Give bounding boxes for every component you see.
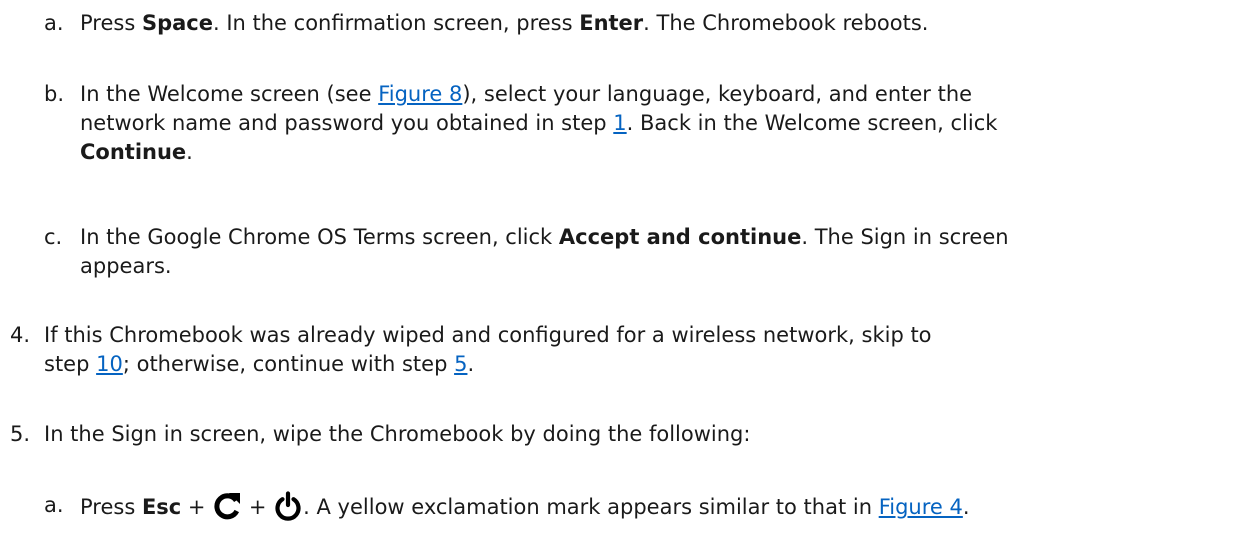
list-marker: a. xyxy=(44,493,64,517)
text-run: appears. xyxy=(80,254,172,278)
text-run: . Back in the Welcome screen, click xyxy=(626,111,998,135)
text-line: network name and password you obtained i… xyxy=(80,109,997,138)
xref-link-figure-4[interactable]: Figure 4 xyxy=(879,495,963,519)
text-run: Press xyxy=(80,11,142,35)
text-run: In the Google Chrome OS Terms screen, cl… xyxy=(80,225,559,249)
step-text: In the Welcome screen (see Figure 8), se… xyxy=(80,80,997,167)
text-run: . xyxy=(467,352,475,376)
text-run: . A yellow exclamation mark appears simi… xyxy=(303,495,879,519)
text-line: If this Chromebook was already wiped and… xyxy=(44,321,932,350)
step-text: Press Esc + + . A yellow exclamation mar… xyxy=(80,491,970,529)
text-line: Press Space. In the confirmation screen,… xyxy=(80,9,928,38)
text-line: In the Welcome screen (see Figure 8), se… xyxy=(80,80,997,109)
refresh-icon xyxy=(212,491,242,529)
text-run: If this Chromebook was already wiped and… xyxy=(44,323,932,347)
text-run: In the Welcome screen (see xyxy=(80,82,379,106)
step-text: In the Sign in screen, wipe the Chromebo… xyxy=(44,420,750,449)
list-marker: 4. xyxy=(10,323,31,347)
text-line: Press Esc + + . A yellow exclamation mar… xyxy=(80,491,970,529)
text-line: In the Sign in screen, wipe the Chromebo… xyxy=(44,420,750,449)
xref-link-figure-8[interactable]: Figure 8 xyxy=(378,82,462,106)
text-run: network name and password you obtained i… xyxy=(80,111,614,135)
text-run: Press xyxy=(80,495,142,519)
text-run: ; otherwise, continue with step xyxy=(122,352,455,376)
text-run: step xyxy=(44,352,97,376)
xref-link-1[interactable]: 1 xyxy=(613,111,626,135)
text-run: . xyxy=(962,495,970,519)
power-icon xyxy=(273,491,303,529)
text-line: step 10; otherwise, continue with step 5… xyxy=(44,350,932,379)
ui-term-enter: Enter xyxy=(579,11,644,35)
text-run: . In the confirmation screen, press xyxy=(212,11,580,35)
list-marker: c. xyxy=(44,225,63,249)
text-run: . The Chromebook reboots. xyxy=(643,11,929,35)
xref-link-10[interactable]: 10 xyxy=(96,352,123,376)
step-text: If this Chromebook was already wiped and… xyxy=(44,321,932,379)
text-run: . xyxy=(186,140,193,164)
text-line: Continue. xyxy=(80,138,997,167)
list-marker: b. xyxy=(44,82,65,106)
step-text: Press Space. In the confirmation screen,… xyxy=(80,9,928,38)
ui-term-space: Space xyxy=(141,11,213,35)
ui-term-continue: Continue xyxy=(80,140,187,164)
ui-term-esc: Esc xyxy=(141,495,182,519)
text-run: + xyxy=(242,495,274,519)
step-text: In the Google Chrome OS Terms screen, cl… xyxy=(80,223,1009,281)
text-run: ), select your language, keyboard, and e… xyxy=(462,82,973,106)
document-page: a. Press Space. In the confirmation scree… xyxy=(0,0,1249,554)
text-run: . The Sign in screen xyxy=(801,225,1009,249)
text-run: + xyxy=(181,495,213,519)
ui-term-accept-and-continue: Accept and continue xyxy=(558,225,802,249)
text-line: appears. xyxy=(80,252,1009,281)
text-run: In the Sign in screen, wipe the Chromebo… xyxy=(44,422,751,446)
text-line: In the Google Chrome OS Terms screen, cl… xyxy=(80,223,1009,252)
xref-link-5[interactable]: 5 xyxy=(454,352,467,376)
list-marker: a. xyxy=(44,11,64,35)
list-marker: 5. xyxy=(10,422,31,446)
